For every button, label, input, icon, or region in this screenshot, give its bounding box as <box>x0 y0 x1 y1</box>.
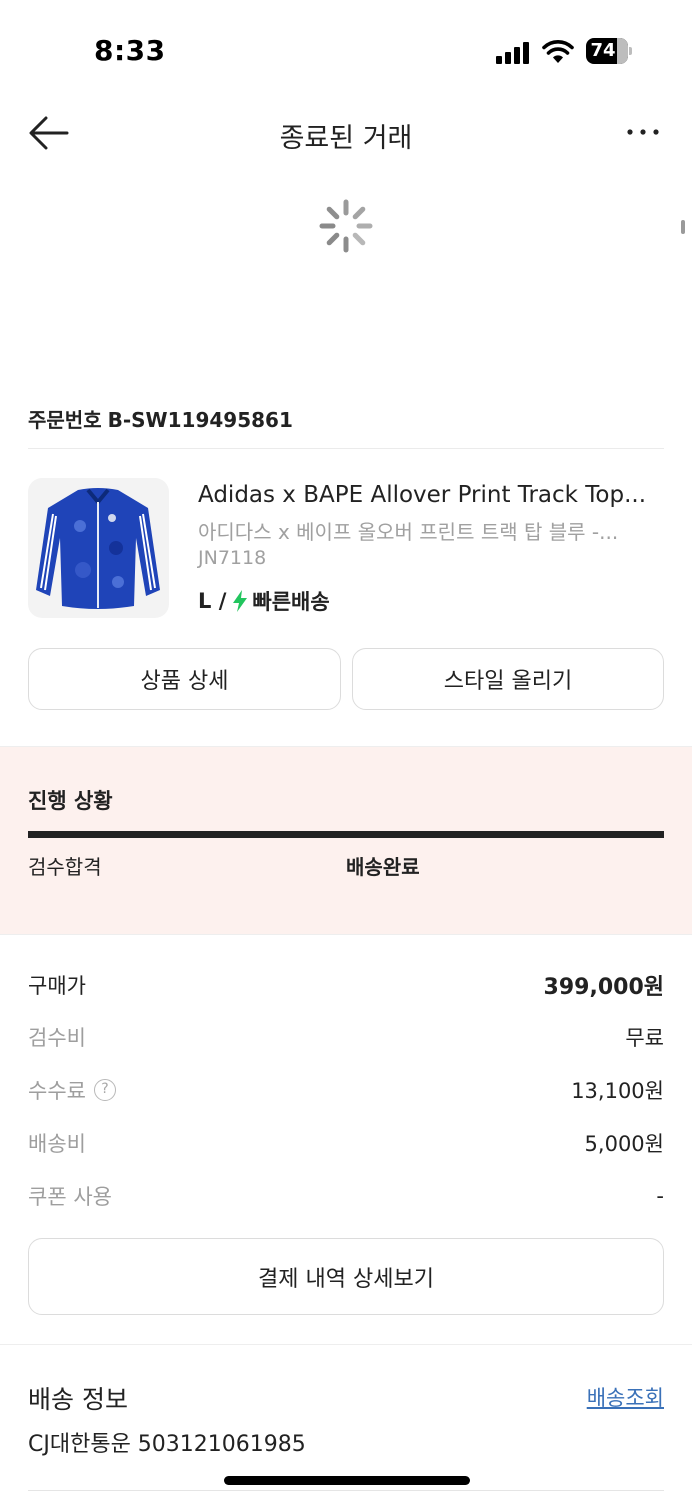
progress-section: 진행 상황 검수합격 배송완료 <box>0 747 692 934</box>
progress-title: 진행 상황 <box>28 789 113 813</box>
divider <box>28 1490 664 1491</box>
progress-bar <box>28 831 664 838</box>
shipping-type: 빠른배송 <box>252 590 330 614</box>
track-delivery-link[interactable]: 배송조회 <box>587 1382 664 1412</box>
delivery-info-title: 배송 정보 <box>28 1385 128 1414</box>
size-label: L / <box>198 589 227 613</box>
order-number-label: 주문번호 <box>28 408 102 432</box>
price-row-purchase: 구매가 399,000원 <box>28 970 664 1000</box>
progress-step-delivered: 배송완료 <box>346 855 420 879</box>
order-number-value: B-SW119495861 <box>107 408 293 432</box>
status-time: 8:33 <box>94 34 166 67</box>
divider <box>28 448 664 449</box>
progress-step-inspection-passed: 검수합격 <box>28 855 102 879</box>
header: 종료된 거래 <box>0 100 692 166</box>
inspection-fee-label: 검수비 <box>28 1026 86 1050</box>
commission-label-group: 수수료 ? <box>28 1075 116 1105</box>
home-indicator[interactable] <box>224 1476 470 1485</box>
price-row-coupon: 쿠폰 사용 - <box>28 1181 664 1211</box>
commission-label: 수수료 <box>28 1079 86 1103</box>
commission-value: 13,100원 <box>571 1079 664 1103</box>
progress-fill <box>28 831 664 838</box>
inspection-fee-value: 무료 <box>625 1026 664 1050</box>
scroll-indicator[interactable] <box>681 220 685 234</box>
shipping-fee-label: 배송비 <box>28 1132 86 1156</box>
product-code: JN7118 <box>198 547 267 569</box>
purchase-price-label: 구매가 <box>28 974 86 998</box>
price-row-commission: 수수료 ? 13,100원 <box>28 1075 664 1105</box>
product-image[interactable] <box>28 478 169 618</box>
page-title: 종료된 거래 <box>279 123 413 154</box>
product-name-korean: 아디다스 x 베이프 올오버 프린트 트랙 탑 블루 -... <box>198 520 619 544</box>
coupon-value: - <box>656 1184 664 1208</box>
battery-icon: 74 <box>586 38 632 64</box>
price-row-inspection: 검수비 무료 <box>28 1022 664 1052</box>
upload-style-button[interactable]: 스타일 올리기 <box>352 648 664 710</box>
tracking-number: CJ대한통운 503121061985 <box>28 1432 306 1457</box>
battery-level: 74 <box>590 40 616 61</box>
wifi-icon <box>542 38 574 64</box>
product-option: L / 빠른배송 <box>198 586 330 616</box>
product-name[interactable]: Adidas x BAPE Allover Print Track Top... <box>198 482 654 508</box>
section-divider <box>0 934 692 935</box>
section-divider <box>0 1344 692 1345</box>
shipping-fee-value: 5,000원 <box>584 1132 664 1156</box>
loading-spinner-icon <box>318 198 374 254</box>
price-row-shipping: 배송비 5,000원 <box>28 1128 664 1158</box>
cellular-signal-icon <box>496 42 532 64</box>
purchase-price-value: 399,000원 <box>543 975 664 1000</box>
lightning-bolt-icon <box>232 590 248 612</box>
payment-details-button[interactable]: 결제 내역 상세보기 <box>28 1238 664 1315</box>
order-number: 주문번호 B-SW119495861 <box>28 404 293 433</box>
product-detail-button[interactable]: 상품 상세 <box>28 648 341 710</box>
status-bar: 8:33 74 <box>0 0 692 100</box>
help-icon[interactable]: ? <box>93 1079 116 1101</box>
coupon-label: 쿠폰 사용 <box>28 1185 112 1209</box>
more-options-icon[interactable] <box>626 124 660 140</box>
